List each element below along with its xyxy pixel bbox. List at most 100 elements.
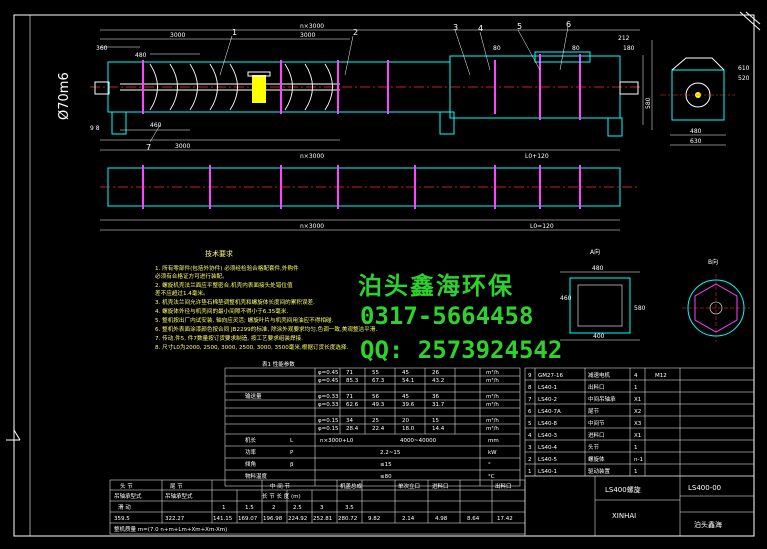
perf-cell: 55: [372, 370, 379, 376]
a-400: 400: [593, 333, 605, 340]
part-3: 3: [453, 23, 458, 32]
part-row: 1: [634, 469, 638, 475]
part-5: 5: [517, 22, 522, 31]
part-row: LS40-4: [538, 445, 558, 451]
perf-cell: °: [488, 462, 491, 468]
perf-unit: m³/h: [486, 393, 499, 400]
part-row: X3: [634, 421, 642, 427]
perf-cell: 25: [372, 418, 379, 424]
note-line: 8. 尺寸L0为2000, 2500, 3000, 2500, 3000, 35…: [155, 343, 348, 351]
mass-header: 机盖总成: [340, 482, 363, 490]
mass-cell: 141.15: [213, 516, 233, 522]
perf-cell: 4000~40000: [400, 438, 437, 444]
perf-cell: 39.6: [402, 402, 415, 408]
note-line: 5. 整机按出厂内试安装, 轴向应灵活; 螺旋叶片与机壳间用油应不得相碰.: [155, 316, 334, 324]
part-row: 1: [634, 445, 638, 451]
perf-cell: 45: [402, 394, 409, 400]
perf-cell: β: [290, 462, 294, 468]
perf-cell: 56: [372, 394, 379, 400]
note-line: 3. 机壳法兰间允许垫石棉垫调整机壳和螺旋体长度间的累积误差.: [155, 298, 315, 306]
part-row: 1: [528, 469, 532, 475]
watermark-qq: QQ: 2573924542: [360, 336, 563, 364]
mass-cell: 3.5: [345, 505, 354, 511]
perf-title: 表1 性能参数: [262, 360, 295, 368]
perf-cell: φ=0.45: [318, 370, 339, 376]
part-row: 中间节: [588, 419, 605, 427]
perf-unit: m³/h: [486, 369, 499, 376]
perf-cell: 62.6: [346, 402, 359, 408]
title-drawing-no: LS400-00: [688, 484, 721, 492]
mass-cell: 359.5: [114, 516, 130, 522]
note-line: 2. 螺旋机壳法兰面应平整密合,机壳内表面接头处错位值: [155, 281, 293, 289]
dim-bottom-lr: L0+120: [525, 153, 549, 160]
dim-side-580: 580: [645, 97, 652, 109]
note-line: 4. 螺旋体外径与机壳间的最小间隙不得小于6.35毫米.: [155, 307, 288, 315]
perf-cell: ≤80: [380, 474, 392, 480]
perf-cell: 67.3: [372, 378, 385, 384]
mass-cell: 滑 动: [118, 503, 131, 511]
part-row: 头节: [588, 443, 600, 451]
shaft-diameter: Ø70m6: [57, 72, 72, 120]
dim-212: 212: [618, 35, 630, 42]
part-row: 减速电机: [588, 371, 611, 379]
perf-cell: 43.2: [432, 378, 444, 384]
perf-cell: φ=0.33: [318, 394, 339, 400]
perf-cell: 18.0: [402, 426, 415, 432]
perf-cell: φ=0.33: [318, 402, 339, 408]
part-4: 4: [478, 24, 483, 33]
note-line: 必须有合格证方可进行装配。: [155, 272, 228, 280]
part-row: LS40-2: [538, 397, 557, 403]
perf-cell: 36: [432, 394, 439, 400]
mass-header: 进料口: [432, 482, 449, 490]
perf-cell: 14.4: [432, 426, 445, 432]
part-1: 1: [232, 28, 237, 37]
a-580: 580: [634, 305, 646, 312]
part-row: 1: [634, 385, 638, 391]
perf-cell: 85.3: [346, 378, 359, 384]
note-line: 6. 整机外表面涂漆颜色按合同 JB2299的标准, 除涂外观要求均匀,色调一致…: [155, 325, 377, 333]
perf-cell: φ=0.15: [318, 418, 339, 424]
perf-cell: 22.4: [372, 426, 385, 432]
dim-side-520: 520: [738, 75, 750, 82]
dim-480: 480: [135, 52, 147, 59]
mass-cell: 1: [222, 505, 226, 511]
mass-cell: 吊轴承型式: [165, 492, 193, 500]
part-row: 进料口: [588, 431, 605, 439]
perf-cell: 28.4: [346, 426, 359, 432]
part-row: LS40-7A: [538, 409, 561, 415]
perf-cell: 54.1: [402, 378, 414, 384]
a-460: 460: [560, 295, 572, 302]
part-row: X1: [634, 433, 641, 439]
part-row: 9: [528, 373, 532, 379]
perf-cell: φ=0.45: [318, 378, 339, 384]
perf-label-power: 功率: [245, 448, 257, 456]
perf-cell: 34: [346, 418, 353, 424]
note-line: 1. 所有零部件(包括外协件) 必须经检验合格配套件,外购件: [155, 264, 299, 272]
mass-header: 尾 节: [170, 482, 183, 490]
mass-header: 头 节: [120, 482, 133, 490]
part-row: 7: [528, 397, 532, 403]
part-row: 驱动装置: [588, 467, 611, 475]
perf-label-angle: 倾角: [245, 460, 256, 468]
part-row: GM27-16: [538, 373, 563, 379]
part-row: 出料口: [588, 383, 605, 391]
dim-360: 360: [96, 45, 108, 52]
part-row: M12: [655, 373, 667, 379]
mass-total: 整机质量 m=(7.0 n+m+Lm+Xm+Xm-Xm): [114, 525, 227, 533]
mass-cell: 17.42: [497, 516, 513, 522]
mass-cell: 252.81: [313, 516, 332, 522]
part-row: X1: [634, 397, 641, 403]
part-row: LS40-5: [538, 457, 558, 463]
title-name: LS400螺旋: [605, 485, 641, 494]
mass-cell: 2: [272, 505, 276, 511]
part-row: 螺旋体: [588, 455, 605, 463]
note-line: 7. 传动,件5, 件7数量按订货要求制造, 按工艺要求组装焊接.: [155, 334, 303, 342]
watermark-company: 泊头鑫海环保: [358, 272, 514, 300]
part-row: n-1: [634, 457, 643, 463]
mass-cell: 4.98: [435, 516, 448, 522]
part-row: 8: [528, 385, 532, 391]
perf-label-temp: 物料温度: [245, 472, 268, 480]
mass-header: 出料口: [495, 482, 512, 490]
part-row: 6: [528, 409, 532, 415]
section-a-label: A向: [590, 248, 600, 256]
